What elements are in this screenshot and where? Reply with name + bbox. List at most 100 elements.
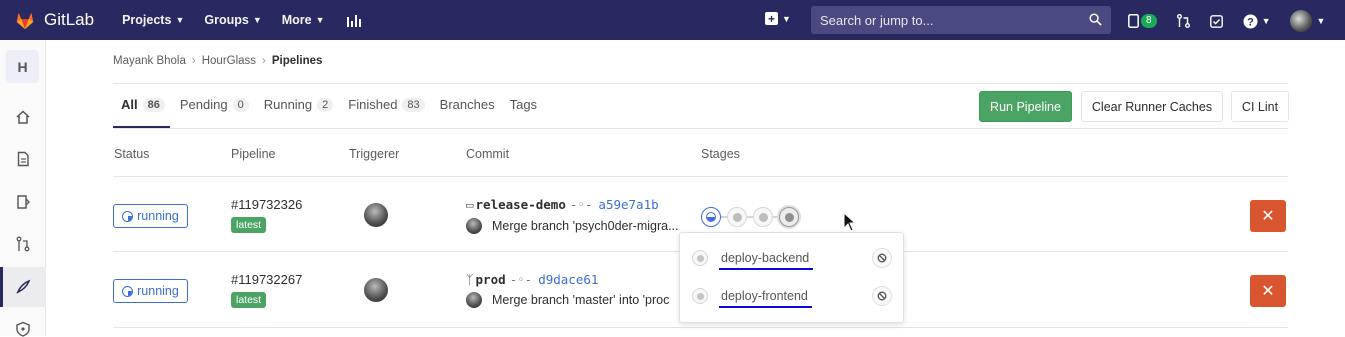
breadcrumb-current[interactable]: Pipelines <box>272 55 323 67</box>
tab-all[interactable]: All 86 <box>121 97 165 112</box>
job-name[interactable]: deploy-backend <box>718 251 814 270</box>
tab-count: 0 <box>232 97 249 112</box>
commit-icon: -◦- <box>569 197 593 212</box>
help-dropdown[interactable]: ? ▼ <box>1243 14 1271 29</box>
status-text: running <box>137 209 179 223</box>
new-item-dropdown[interactable]: + ▼ <box>765 12 791 25</box>
nav-projects[interactable]: Projects ▼ <box>122 13 184 27</box>
created-icon <box>784 212 794 222</box>
breadcrumb-user[interactable]: Mayank Bhola <box>113 55 186 67</box>
column-header-commit: Commit <box>466 147 510 161</box>
ci-lint-button[interactable]: CI Lint <box>1231 91 1289 122</box>
dropdown-job-item[interactable]: deploy-backend <box>692 247 892 270</box>
commit-sha-link[interactable]: d9dace61 <box>538 272 598 287</box>
help-icon: ? <box>1243 14 1258 28</box>
tab-running[interactable]: Running 2 <box>264 97 334 112</box>
stage-deploy[interactable] <box>779 207 799 227</box>
user-menu[interactable]: ▼ <box>1290 10 1325 32</box>
commit-title-link[interactable]: Merge branch 'master' into 'proc <box>492 293 669 307</box>
commit-title-link[interactable]: Merge branch 'psych0der-migra... <box>492 219 679 233</box>
nav-groups[interactable]: Groups ▼ <box>204 13 261 27</box>
chevron-down-icon: ▼ <box>315 15 325 25</box>
dropdown-job-item[interactable]: deploy-frontend <box>692 285 892 308</box>
run-pipeline-button[interactable]: Run Pipeline <box>979 91 1072 122</box>
tab-branches[interactable]: Branches <box>440 97 495 112</box>
branch-link[interactable]: release-demo <box>476 197 566 212</box>
tab-finished[interactable]: Finished 83 <box>348 97 425 112</box>
triggerer-avatar[interactable] <box>364 278 388 302</box>
commit-sha-link[interactable]: a59e7a1b <box>598 197 658 212</box>
commit-icon: -◦- <box>509 272 533 287</box>
branch-icon: ᛉ <box>466 272 474 287</box>
tab-label: Pending <box>179 97 228 112</box>
chevron-down-icon: ▼ <box>1316 16 1326 26</box>
cancel-pipeline-button[interactable]: ✕ <box>1250 200 1286 232</box>
tab-label: Finished <box>348 97 398 112</box>
home-icon[interactable] <box>15 109 31 125</box>
todo-count-badge: 8 <box>1141 14 1157 28</box>
stage-test[interactable] <box>727 207 747 227</box>
tab-label: Branches <box>439 97 495 112</box>
divider <box>113 327 1288 328</box>
chevron-down-icon: ▼ <box>175 15 185 25</box>
latest-badge: latest <box>231 217 267 233</box>
checkbox-icon <box>1209 14 1223 28</box>
tab-count: 2 <box>317 97 334 112</box>
merge-request-icon[interactable] <box>15 236 31 252</box>
stage-review[interactable] <box>753 207 773 227</box>
cancel-pipeline-button[interactable]: ✕ <box>1250 275 1286 307</box>
author-avatar <box>466 218 482 234</box>
repository-icon[interactable] <box>15 151 31 167</box>
tab-label: Running <box>263 97 313 112</box>
project-avatar[interactable]: H <box>6 50 39 83</box>
chevron-down-icon: ▼ <box>1261 16 1271 26</box>
shield-icon[interactable] <box>15 321 31 337</box>
pipeline-tabs: All 86 Pending 0 Running 2 Finished 83 Branc… <box>121 97 552 112</box>
status-text: running <box>137 284 179 298</box>
breadcrumb-project[interactable]: HourGlass <box>202 55 256 67</box>
divider <box>113 128 1288 129</box>
chevron-down-icon: ▼ <box>782 13 791 24</box>
issues-icon[interactable] <box>15 194 31 210</box>
rocket-icon[interactable] <box>15 279 31 295</box>
search-box[interactable] <box>811 6 1111 34</box>
user-avatar <box>1290 10 1313 32</box>
status-badge[interactable]: running <box>113 204 188 228</box>
cancel-icon <box>877 291 887 301</box>
status-badge[interactable]: running <box>113 279 188 303</box>
chevron-right-icon: › <box>191 55 196 67</box>
stage-build[interactable] <box>701 207 721 227</box>
plus-icon: + <box>765 12 778 25</box>
pipeline-id-link[interactable]: #119732326 <box>231 197 302 212</box>
tab-tags[interactable]: Tags <box>510 97 537 112</box>
todos-button[interactable]: 8 <box>1128 14 1157 28</box>
cancel-icon <box>877 253 887 263</box>
issues-icon <box>1128 14 1139 28</box>
todo-list-button[interactable] <box>1209 14 1223 28</box>
nav-groups-label: Groups <box>204 13 249 27</box>
commit-message: Merge branch 'master' into 'proc <box>466 292 688 308</box>
tag-icon: ▭ <box>466 197 474 212</box>
cancel-job-button[interactable] <box>872 286 892 306</box>
merge-requests-button[interactable] <box>1176 14 1190 28</box>
nav-more[interactable]: More ▼ <box>282 13 325 27</box>
gitlab-logo[interactable]: GitLab <box>14 9 94 31</box>
commit-ref: ▭ release-demo -◦- a59e7a1b <box>466 197 659 212</box>
search-input[interactable] <box>820 12 1080 28</box>
tab-pending[interactable]: Pending 0 <box>180 97 249 112</box>
stage-graph <box>701 207 799 227</box>
triggerer-avatar[interactable] <box>364 203 388 227</box>
nav-more-label: More <box>281 13 312 27</box>
cancel-job-button[interactable] <box>872 248 892 268</box>
divider <box>113 176 1288 177</box>
commit-ref: ᛉ prod -◦- d9dace61 <box>466 272 598 287</box>
pipeline-id-link[interactable]: #119732267 <box>231 272 302 287</box>
activity-chart-icon[interactable] <box>346 13 363 27</box>
job-name[interactable]: deploy-frontend <box>719 289 812 308</box>
created-icon <box>732 212 742 222</box>
clear-runner-caches-button[interactable]: Clear Runner Caches <box>1081 91 1223 122</box>
project-sidebar: H <box>0 40 46 337</box>
branch-link[interactable]: prod <box>476 272 506 287</box>
tab-count: 86 <box>142 97 165 112</box>
column-header-triggerer: Triggerer <box>349 147 400 161</box>
